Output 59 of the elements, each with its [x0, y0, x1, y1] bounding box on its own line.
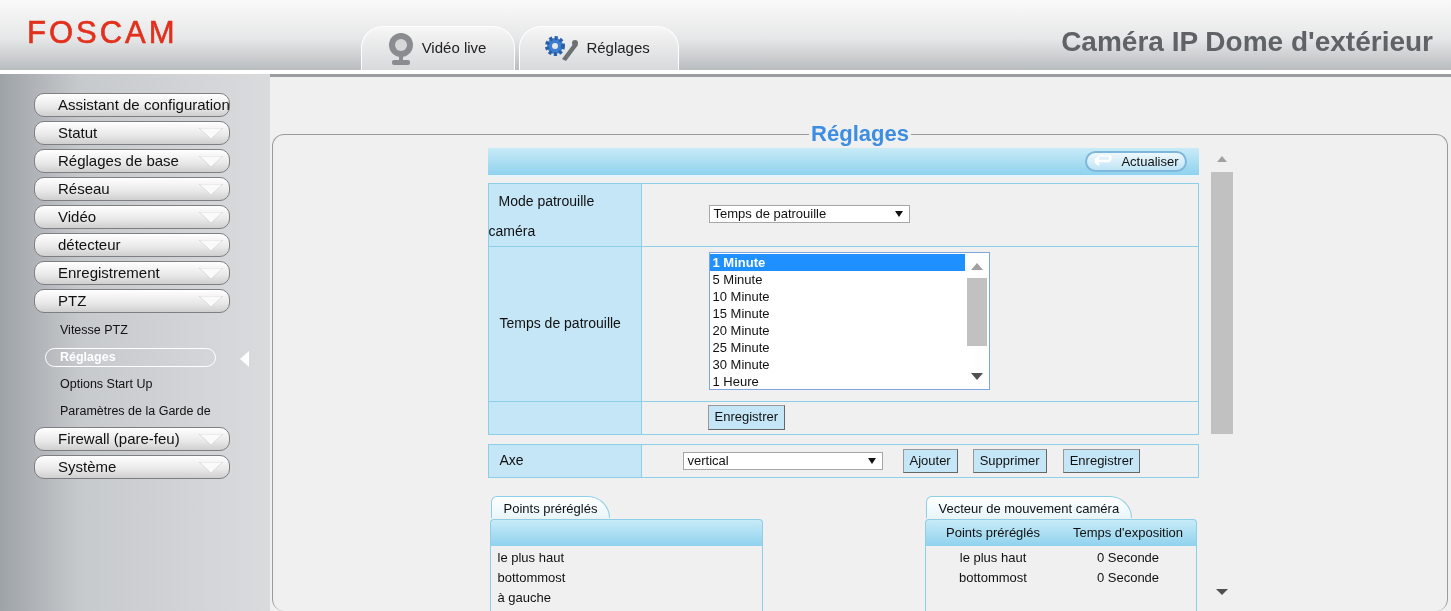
expand-arrow-icon: [199, 268, 223, 279]
expand-arrow-icon: [199, 212, 223, 223]
section-title: Réglages: [810, 120, 910, 148]
sidebar-item[interactable]: détecteur: [34, 233, 230, 257]
table-cell-text: 0 Seconde: [1095, 548, 1161, 567]
table-cell-text: bottommost: [958, 568, 1028, 587]
sidebar-subitem[interactable]: Paramètres de la Garde de: [60, 404, 211, 419]
sidebar-item[interactable]: PTZ: [34, 289, 230, 313]
field-label: Axe: [488, 444, 642, 477]
dropdown[interactable]: vertical: [682, 451, 883, 470]
logo: FOSCAM: [27, 17, 178, 52]
list-option[interactable]: 25 Minute: [709, 338, 965, 356]
expand-arrow-icon: [199, 128, 223, 139]
column-header: Temps d'exposition: [1071, 524, 1185, 543]
panel-tab[interactable]: Points préréglés: [490, 495, 611, 518]
table-cell-text: 0 Seconde: [1095, 568, 1161, 587]
action-button[interactable]: Ajouter: [902, 448, 958, 473]
list-option[interactable]: 1 Heure: [709, 372, 965, 390]
sidebar-item[interactable]: Enregistrement: [34, 261, 230, 285]
expand-arrow-icon: [199, 434, 223, 445]
expand-arrow-icon: [199, 156, 223, 167]
field-label: Temps de patrouille: [488, 246, 642, 401]
tab[interactable]: Vidéo live: [360, 26, 516, 70]
panel-tab[interactable]: Vecteur de mouvement caméra: [925, 495, 1133, 518]
expand-arrow-icon: [199, 184, 223, 195]
list-item[interactable]: bottommost: [490, 567, 762, 588]
sidebar-item[interactable]: Statut: [34, 121, 230, 145]
sidebar-item[interactable]: Vidéo: [34, 205, 230, 229]
refresh-button[interactable]: Actualiser: [1085, 150, 1187, 172]
action-button[interactable]: Enregistrer: [1062, 448, 1141, 473]
sidebar-subitem[interactable]: Options Start Up: [60, 377, 153, 392]
expand-arrow-icon: [199, 296, 223, 307]
tab[interactable]: Réglages: [519, 26, 679, 70]
caret-icon: [894, 210, 903, 217]
list-item[interactable]: le plus haut: [490, 547, 762, 568]
gear-and-wrench-icon: [544, 34, 581, 63]
table-cell-text: le plus haut: [958, 548, 1028, 567]
sidebar-item[interactable]: Réseau: [34, 177, 230, 201]
sidebar-subitem[interactable]: Vitesse PTZ: [60, 323, 128, 338]
page-title: Caméra IP Dome d'extérieur: [1061, 25, 1433, 59]
expand-arrow-icon: [199, 240, 223, 251]
expand-arrow-icon: [199, 462, 223, 473]
sidebar-item[interactable]: Firewall (pare-feu): [34, 427, 230, 451]
list-option[interactable]: 30 Minute: [709, 355, 965, 373]
save-button[interactable]: Enregistrer: [707, 404, 786, 430]
sidebar-item[interactable]: Système: [34, 455, 230, 479]
column-header: Points préréglés: [945, 524, 1041, 543]
sidebar-item[interactable]: Assistant de configuration: [34, 93, 230, 117]
pointer-icon: [240, 351, 249, 367]
list-option[interactable]: 20 Minute: [709, 321, 965, 339]
sidebar-item[interactable]: Réglages de base: [34, 149, 230, 173]
action-button[interactable]: Supprimer: [972, 448, 1047, 473]
caret-icon: [867, 457, 876, 464]
list-option[interactable]: 5 Minute: [709, 270, 965, 288]
list-item[interactable]: à gauche: [490, 587, 762, 608]
field-label: Mode patrouille caméra: [488, 183, 642, 246]
list-option[interactable]: 10 Minute: [709, 287, 965, 305]
list-option[interactable]: 15 Minute: [709, 304, 965, 322]
dropdown[interactable]: Temps de patrouille: [708, 204, 910, 223]
